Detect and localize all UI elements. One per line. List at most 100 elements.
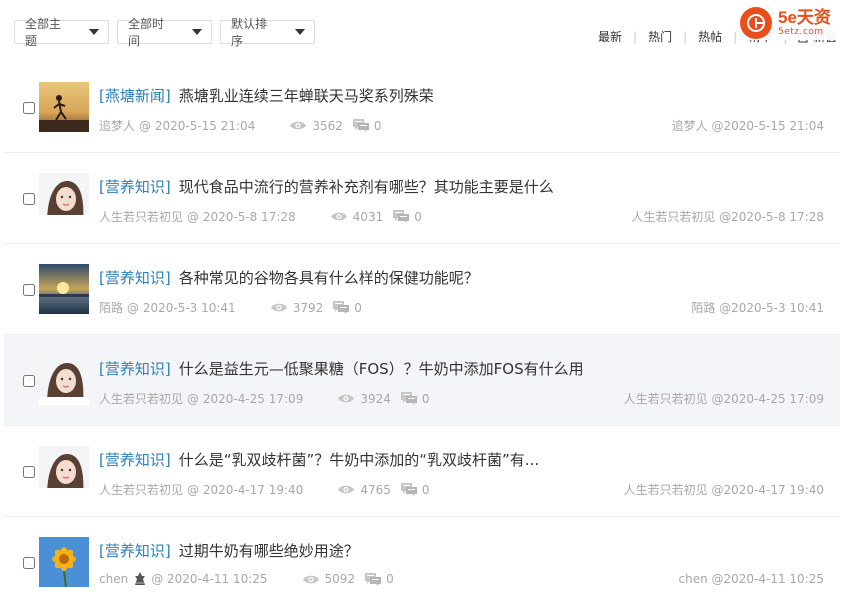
thread-replies: 0 — [400, 392, 430, 406]
thread-last-post[interactable]: 人生若只若初见 @2020-4-17 19:40 — [624, 481, 824, 498]
thread-views-count: 4765 — [360, 482, 391, 497]
thread-views: 4765 — [337, 483, 391, 497]
thread-views-count: 3792 — [292, 300, 324, 315]
thread-replies: 0 — [352, 118, 382, 133]
thread-last-post[interactable]: 人生若只若初见 @2020-5-8 17:28 — [631, 208, 824, 225]
logo-mark-icon — [740, 7, 772, 39]
tab-hot[interactable]: 热门 — [648, 28, 672, 45]
thread-checkbox[interactable] — [23, 102, 35, 114]
thread-author-link[interactable]: 陌路 — [99, 299, 123, 316]
thread-author-link[interactable]: 追梦人 — [99, 117, 135, 134]
thread-replies: 0 — [393, 210, 422, 224]
thread-row[interactable]: [营养知识] 什么是益生元—低聚果糖（FOS）？牛奶中添加FOS有什么用人生若只若… — [4, 335, 840, 426]
thread-replies: 0 — [365, 572, 394, 586]
filter-topic-label: 全部主题 — [25, 17, 62, 48]
thread-thumbnail[interactable] — [39, 173, 89, 223]
thread-meta: 人生若只若初见 @ 2020-5-8 17:28 4031 0 — [99, 208, 422, 225]
thread-list: [燕塘新闻] 燕塘乳业连续三年蝉联天马奖系列殊荣追梦人 @ 2020-5-15 21… — [4, 62, 840, 603]
chevron-down-icon — [89, 29, 99, 35]
author-badge-icon — [135, 572, 146, 585]
thread-category-link[interactable]: [营养知识] — [99, 451, 171, 469]
logo-wordmark: 5e天资 — [778, 8, 831, 27]
thread-replies-count: 0 — [421, 482, 430, 497]
thread-category-link[interactable]: [营养知识] — [99, 269, 171, 287]
filter-time-dropdown[interactable]: 全部时间 — [117, 17, 212, 48]
filter-sort-label: 默认排序 — [231, 17, 268, 48]
chevron-down-icon — [192, 29, 202, 35]
thread-author-link[interactable]: 人生若只若初见 — [99, 390, 183, 407]
thread-row[interactable]: [营养知识] 过期牛奶有哪些绝妙用途？ chen @ 2020-4-11 10:25 5… — [4, 517, 840, 603]
thread-meta: 人生若只若初见 @ 2020-4-17 19:40 4765 0 — [99, 481, 430, 498]
reply-icon — [352, 119, 369, 132]
tab-divider: | — [633, 29, 638, 44]
eye-icon — [270, 303, 287, 312]
eye-icon — [290, 121, 307, 130]
thread-views-count: 5092 — [324, 572, 356, 586]
eye-icon — [338, 394, 355, 403]
reply-icon — [333, 301, 350, 314]
tab-hot-posts[interactable]: 热帖 — [698, 28, 722, 45]
reply-icon — [400, 392, 417, 405]
thread-title-link[interactable]: 燕塘乳业连续三年蝉联天马奖系列殊荣 — [179, 87, 434, 105]
thread-views: 3792 — [270, 300, 324, 315]
thread-thumbnail[interactable] — [39, 355, 89, 405]
thread-thumbnail[interactable] — [39, 82, 89, 132]
tab-divider: | — [683, 29, 688, 44]
thread-replies-count: 0 — [414, 209, 422, 224]
thread-last-post[interactable]: 人生若只若初见 @2020-4-25 17:09 — [624, 390, 824, 407]
thread-post-time: @ 2020-4-25 17:09 — [187, 391, 304, 406]
site-logo: 5e天资 5etz.com — [740, 6, 844, 40]
eye-icon — [302, 575, 319, 583]
chevron-down-icon — [295, 29, 305, 35]
thread-title-link[interactable]: 现代食品中流行的营养补充剂有哪些？其功能主要是什么 — [179, 178, 554, 196]
thread-author-link[interactable]: chen — [99, 572, 128, 586]
thread-row[interactable]: [燕塘新闻] 燕塘乳业连续三年蝉联天马奖系列殊荣追梦人 @ 2020-5-15 21… — [4, 62, 840, 153]
thread-title-link[interactable]: 各种常见的谷物各具有什么样的保健功能呢？ — [179, 269, 479, 287]
thread-post-time: @ 2020-4-11 10:25 — [151, 572, 268, 586]
thread-thumbnail[interactable] — [39, 537, 89, 587]
thread-row[interactable]: [营养知识] 现代食品中流行的营养补充剂有哪些？其功能主要是什么人生若只若初见 @ … — [4, 153, 840, 244]
thread-post-time: @ 2020-5-15 21:04 — [139, 118, 256, 133]
thread-checkbox[interactable] — [23, 193, 35, 205]
thread-row[interactable]: [营养知识] 各种常见的谷物各具有什么样的保健功能呢？ 陌路 @ 2020-5-3 1… — [4, 244, 840, 335]
thread-meta: 陌路 @ 2020-5-3 10:41 3792 0 — [99, 299, 362, 316]
thread-author-link[interactable]: 人生若只若初见 — [99, 481, 183, 498]
eye-icon — [330, 212, 347, 221]
thread-replies-count: 0 — [354, 300, 362, 315]
thread-post-time: @ 2020-4-17 19:40 — [187, 482, 304, 497]
reply-icon — [393, 210, 410, 223]
logo-domain: 5etz.com — [778, 27, 824, 37]
filter-sort-dropdown[interactable]: 默认排序 — [220, 17, 315, 48]
tab-latest[interactable]: 最新 — [598, 28, 622, 45]
thread-category-link[interactable]: [营养知识] — [99, 360, 171, 378]
thread-checkbox[interactable] — [23, 284, 35, 296]
thread-author-link[interactable]: 人生若只若初见 — [99, 208, 183, 225]
thread-thumbnail[interactable] — [39, 446, 89, 496]
thread-category-link[interactable]: [营养知识] — [99, 178, 171, 196]
filter-topic-dropdown[interactable]: 全部主题 — [14, 17, 109, 48]
thread-category-link[interactable]: [营养知识] — [99, 542, 171, 560]
thread-replies-count: 0 — [386, 572, 394, 586]
thread-last-post[interactable]: chen @2020-4-11 10:25 — [678, 572, 824, 586]
thread-title-link[interactable]: 什么是“乳双歧杆菌”？牛奶中添加的“乳双歧杆菌”有... — [179, 451, 539, 469]
thread-title-line: [燕塘新闻] 燕塘乳业连续三年蝉联天马奖系列殊荣 — [99, 85, 434, 106]
thread-thumbnail[interactable] — [39, 264, 89, 314]
thread-post-time: @ 2020-5-3 10:41 — [127, 300, 236, 315]
filter-time-label: 全部时间 — [128, 17, 165, 48]
thread-category-link[interactable]: [燕塘新闻] — [99, 87, 171, 105]
thread-last-post[interactable]: 陌路 @2020-5-3 10:41 — [691, 299, 824, 316]
reply-icon — [400, 483, 417, 496]
thread-title-link[interactable]: 过期牛奶有哪些绝妙用途？ — [179, 542, 359, 560]
thread-checkbox[interactable] — [23, 557, 35, 569]
thread-checkbox[interactable] — [23, 466, 35, 478]
thread-views-count: 3562 — [312, 118, 343, 133]
thread-last-post[interactable]: 追梦人 @2020-5-15 21:04 — [672, 117, 824, 134]
thread-views: 3562 — [289, 119, 343, 133]
thread-views: 3924 — [337, 392, 391, 406]
filter-bar: 全部主题 全部时间 默认排序 — [14, 17, 315, 48]
thread-replies-count: 0 — [373, 118, 382, 133]
thread-title-link[interactable]: 什么是益生元—低聚果糖（FOS）？牛奶中添加FOS有什么用 — [179, 360, 584, 378]
thread-checkbox[interactable] — [23, 375, 35, 387]
thread-row[interactable]: [营养知识] 什么是“乳双歧杆菌”？牛奶中添加的“乳双歧杆菌”有... 人生若只若初… — [4, 426, 840, 517]
eye-icon — [338, 485, 355, 494]
